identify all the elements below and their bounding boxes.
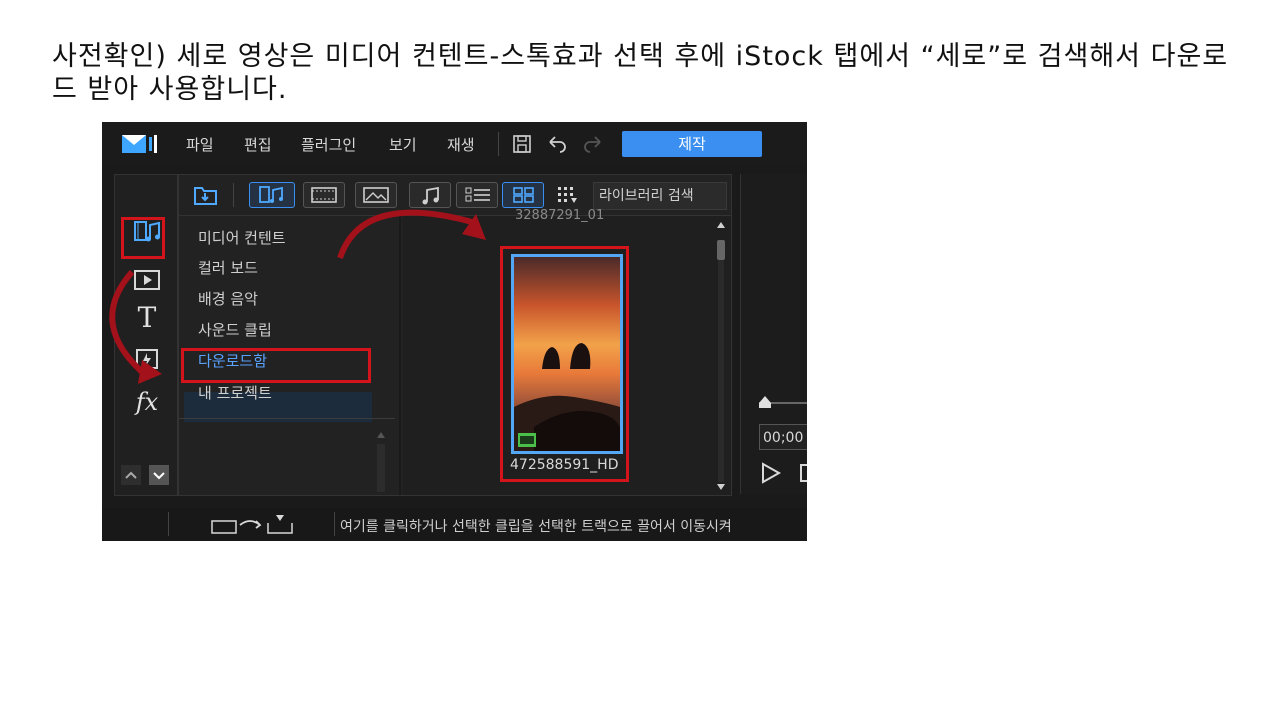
toolbar-separator — [233, 183, 234, 207]
filter-audio-button[interactable] — [409, 182, 451, 208]
timecode-display: 00;00 — [759, 424, 807, 450]
downloads-highlight — [181, 348, 371, 383]
grid-view-icon — [513, 187, 534, 203]
library-search-input[interactable]: 라이브러리 검색 — [593, 182, 727, 210]
instruction-caption: 사전확인) 세로 영상은 미디어 컨텐트-스톡효과 선택 후에 iStock 탭… — [52, 41, 1229, 105]
menu-separator — [498, 132, 499, 156]
title-room-icon[interactable]: T — [133, 304, 161, 332]
status-bar: 여기를 클릭하거나 선택한 클립을 선택한 트랙으로 끌어서 이동시켜 — [102, 508, 807, 541]
menu-file[interactable]: 파일 — [186, 134, 214, 155]
app-logo-icon — [122, 135, 157, 153]
category-color-board[interactable]: 컬러 보드 — [198, 257, 258, 278]
status-hint-text: 여기를 클릭하거나 선택한 클립을 선택한 트랙으로 끌어서 이동시켜 — [340, 519, 732, 535]
partial-clip-label: 32887291_01 — [515, 208, 605, 223]
media-filter-icon — [259, 186, 283, 203]
produce-button[interactable]: 제작 — [622, 131, 762, 157]
list-view-icon — [465, 187, 490, 202]
panel-splitter[interactable] — [399, 216, 401, 495]
media-room-highlight — [121, 217, 165, 259]
music-note-icon — [422, 187, 439, 205]
timeline-slider[interactable] — [759, 392, 807, 414]
category-background-music[interactable]: 배경 음악 — [198, 288, 258, 309]
redo-icon[interactable] — [582, 134, 604, 154]
undo-icon[interactable] — [546, 134, 568, 154]
list-view-button[interactable] — [456, 182, 498, 208]
insert-to-track-icon[interactable] — [210, 513, 294, 535]
filter-media-button[interactable] — [249, 182, 295, 208]
effect-room-icon[interactable]: fx — [133, 389, 161, 415]
library-panel: 라이브러리 검색 미디어 컨텐트 컬러 보드 배경 음악 사운드 클립 다운로드… — [178, 174, 732, 496]
thumbnail-highlight — [500, 246, 629, 482]
filter-video-button[interactable] — [303, 182, 345, 208]
category-divider — [179, 418, 395, 419]
category-media-content[interactable]: 미디어 컨텐트 — [198, 227, 286, 248]
category-sound-clip[interactable]: 사운드 클립 — [198, 319, 272, 340]
sort-icon[interactable] — [557, 185, 579, 205]
app-screenshot: 파일 편집 플러그인 보기 재생 제작 T fx 라이브러리 검색 미디어 컨텐… — [102, 122, 807, 541]
film-strip-icon — [311, 187, 337, 203]
media-scrollbar[interactable] — [714, 216, 728, 495]
import-media-icon[interactable] — [193, 183, 219, 207]
save-icon[interactable] — [512, 134, 532, 154]
menu-view[interactable]: 보기 — [389, 134, 417, 155]
status-separator-2 — [334, 512, 335, 536]
menu-plugin[interactable]: 플러그인 — [301, 134, 356, 155]
status-separator — [168, 512, 169, 536]
video-room-icon[interactable] — [133, 267, 161, 293]
thumbnail-view-button[interactable] — [502, 182, 544, 208]
transition-room-icon[interactable] — [133, 347, 161, 373]
menu-bar: 파일 편집 플러그인 보기 재생 제작 — [102, 122, 807, 166]
image-icon — [363, 187, 389, 203]
play-icon[interactable] — [761, 462, 807, 484]
category-scrollbar[interactable] — [375, 428, 387, 492]
scroll-down-icon[interactable] — [149, 465, 169, 485]
filter-image-button[interactable] — [355, 182, 397, 208]
category-my-projects[interactable]: 내 프로젝트 — [198, 382, 272, 403]
scroll-up-icon[interactable] — [121, 465, 141, 485]
menu-playback[interactable]: 재생 — [447, 134, 475, 155]
menu-edit[interactable]: 편집 — [244, 134, 272, 155]
library-toolbar: 라이브러리 검색 — [179, 175, 731, 216]
preview-panel: 00;00 — [740, 174, 807, 494]
